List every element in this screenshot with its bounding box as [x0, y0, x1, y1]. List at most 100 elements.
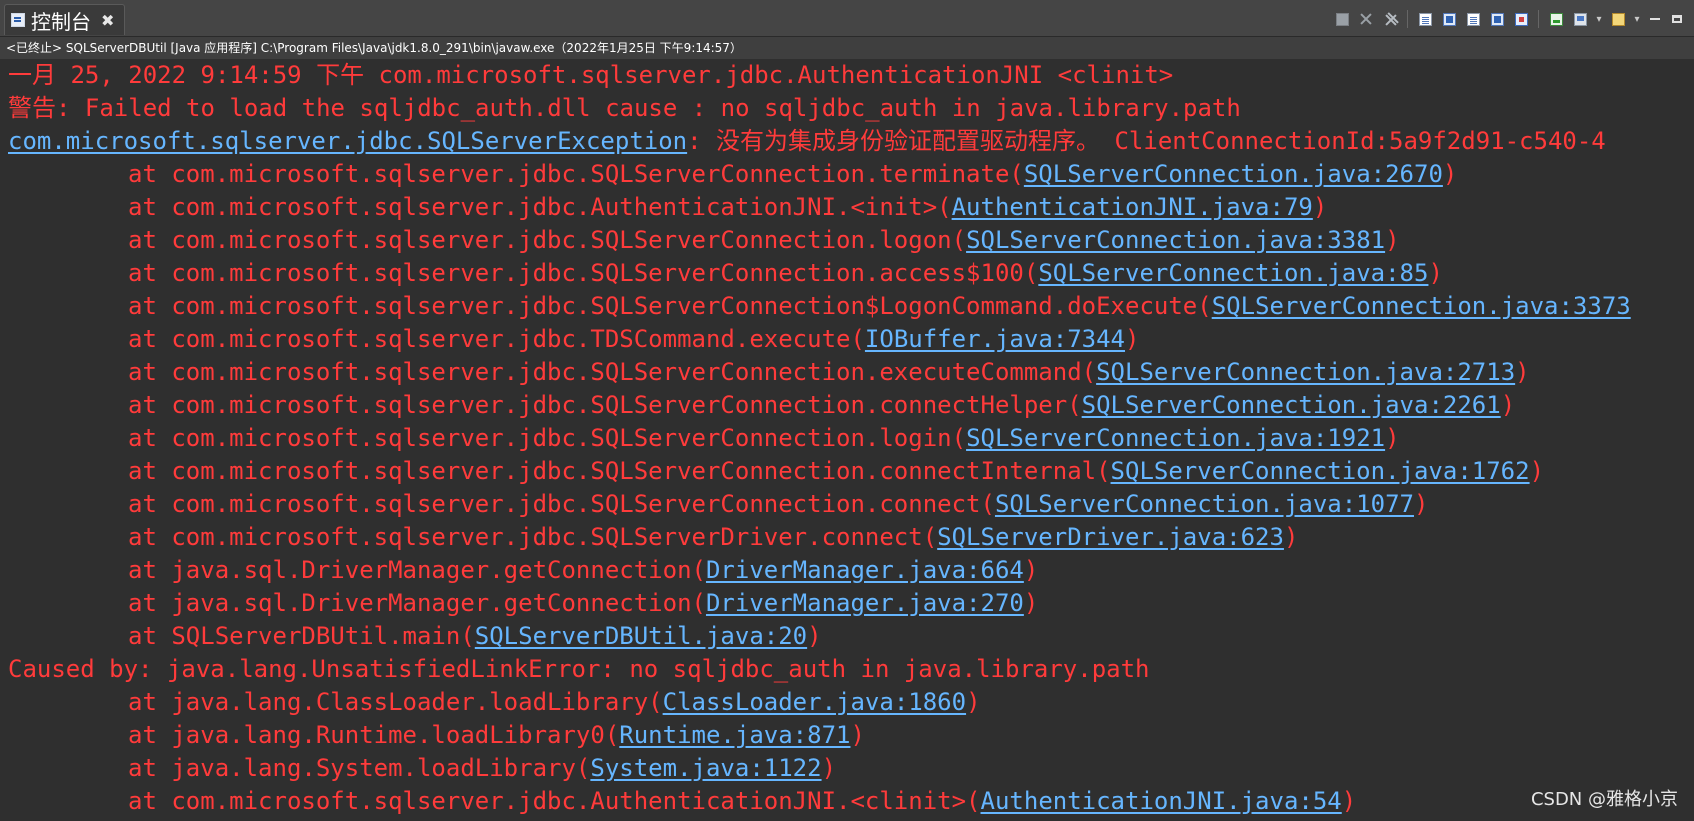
stack-frame-text: at com.microsoft.sqlserver.jdbc.Authenti… — [128, 787, 981, 815]
source-link[interactable]: SQLServerDBUtil.java:20 — [475, 622, 807, 650]
stack-frame-line: at com.microsoft.sqlserver.jdbc.SQLServe… — [8, 488, 1694, 521]
maximize-icon — [1672, 15, 1682, 23]
stack-frame-line: at com.microsoft.sqlserver.jdbc.SQLServe… — [8, 290, 1694, 323]
stack-frame-text: at com.microsoft.sqlserver.jdbc.SQLServe… — [128, 457, 1111, 485]
stack-frame-suffix: ) — [850, 721, 865, 749]
source-link[interactable]: SQLServerDriver.java:623 — [937, 523, 1284, 551]
minimize-button[interactable] — [1646, 10, 1664, 28]
stack-frame-line: at java.sql.DriverManager.getConnection(… — [8, 554, 1694, 587]
terminate-icon — [1335, 12, 1349, 26]
source-link[interactable]: com.microsoft.sqlserver.jdbc.SQLServerEx… — [8, 127, 687, 155]
stack-frame-text: at com.microsoft.sqlserver.jdbc.SQLServe… — [128, 358, 1097, 386]
source-link[interactable]: SQLServerConnection.java:85 — [1038, 259, 1428, 287]
stack-frame-text: at com.microsoft.sqlserver.jdbc.SQLServe… — [128, 226, 967, 254]
word-wrap-button[interactable] — [1439, 9, 1459, 29]
console-line: 警告: Failed to load the sqljdbc_auth.dll … — [8, 92, 1694, 125]
stack-frame-line: at com.microsoft.sqlserver.jdbc.Authenti… — [8, 785, 1694, 818]
source-link[interactable]: ClassLoader.java:1860 — [663, 688, 966, 716]
source-link[interactable]: DriverManager.java:270 — [706, 589, 1024, 617]
stack-frame-suffix: ) — [1385, 424, 1400, 452]
maximize-button[interactable] — [1668, 10, 1686, 28]
stack-frame-suffix: ) — [1023, 556, 1039, 584]
watermark: CSDN @雅格小京 — [1530, 789, 1678, 810]
remove-all-terminated-icon — [1384, 13, 1397, 26]
source-link[interactable]: SQLServerConnection.java:1762 — [1111, 457, 1530, 485]
stack-frame-line: at com.microsoft.sqlserver.jdbc.SQLServe… — [8, 257, 1694, 290]
show-console-on-stderr-icon — [1490, 12, 1504, 26]
source-link[interactable]: SQLServerConnection.java:2670 — [1024, 160, 1443, 188]
remove-all-terminated-button[interactable] — [1380, 9, 1400, 29]
stack-frame-line: at com.microsoft.sqlserver.jdbc.SQLServe… — [8, 158, 1694, 191]
chevron-down-icon[interactable]: ▾ — [1632, 14, 1642, 25]
console-line: Caused by: java.lang.UnsatisfiedLinkErro… — [8, 653, 1694, 686]
show-console-stderr-button[interactable] — [1487, 9, 1507, 29]
stack-frame-suffix: ) — [1341, 787, 1357, 815]
source-link[interactable]: SQLServerConnection.java:2261 — [1082, 391, 1501, 419]
terminate-button[interactable] — [1332, 9, 1352, 29]
stack-frame-line: at java.lang.ClassLoader.loadLibrary(Cla… — [8, 686, 1694, 719]
source-link[interactable]: SQLServerConnection.java:3373 — [1212, 292, 1631, 320]
chevron-down-icon[interactable]: ▾ — [1594, 14, 1604, 25]
stack-frame-suffix: ) — [966, 688, 981, 716]
stack-frame-suffix: ) — [1413, 490, 1429, 518]
open-console-icon — [1549, 12, 1563, 26]
stack-frame-text: at java.lang.ClassLoader.loadLibrary( — [128, 688, 663, 716]
stack-frame-suffix: ) — [1385, 226, 1400, 254]
console-toolbar: ▾ ▾ — [1332, 8, 1686, 30]
stack-frame-text: at com.microsoft.sqlserver.jdbc.SQLServe… — [128, 523, 938, 551]
toolbar-separator — [1538, 10, 1539, 28]
stack-frame-text: at com.microsoft.sqlserver.jdbc.SQLServe… — [128, 391, 1082, 419]
source-link[interactable]: AuthenticationJNI.java:79 — [952, 193, 1313, 221]
stack-frame-suffix: ) — [1442, 160, 1458, 188]
source-link[interactable]: SQLServerConnection.java:2713 — [1096, 358, 1515, 386]
new-console-button[interactable] — [1608, 9, 1628, 29]
stack-frame-text: at com.microsoft.sqlserver.jdbc.SQLServe… — [128, 490, 995, 518]
stack-frame-line: at java.sql.DriverManager.getConnection(… — [8, 587, 1694, 620]
tab-console[interactable]: 控制台 ✖ — [4, 4, 126, 35]
stack-frame-line: at com.microsoft.sqlserver.jdbc.SQLServe… — [8, 224, 1694, 257]
display-selected-console-button[interactable] — [1570, 9, 1590, 29]
stack-frame-suffix: ) — [1283, 523, 1299, 551]
stack-frame-text: at SQLServerDBUtil.main( — [128, 622, 475, 650]
console-text: 一月 25, 2022 9:14:59 下午 com.microsoft.sql… — [8, 61, 1174, 89]
source-link[interactable]: Runtime.java:871 — [619, 721, 850, 749]
source-link[interactable]: SQLServerConnection.java:3381 — [966, 226, 1385, 254]
stack-frame-suffix: ) — [1023, 589, 1039, 617]
console-line: 一月 25, 2022 9:14:59 下午 com.microsoft.sql… — [8, 59, 1694, 92]
source-link[interactable]: DriverManager.java:664 — [706, 556, 1024, 584]
stack-frame-suffix: ) — [1515, 358, 1530, 386]
console-output[interactable]: 一月 25, 2022 9:14:59 下午 com.microsoft.sql… — [0, 59, 1694, 821]
stack-frame-text: at com.microsoft.sqlserver.jdbc.SQLServe… — [128, 424, 967, 452]
stack-frame-line: at com.microsoft.sqlserver.jdbc.SQLServe… — [8, 422, 1694, 455]
minimize-icon — [1650, 18, 1660, 20]
show-console-stdout-button[interactable] — [1463, 9, 1483, 29]
word-wrap-icon — [1442, 12, 1456, 26]
stack-frame-suffix: ) — [1529, 457, 1545, 485]
console-text: 警告: Failed to load the sqljdbc_auth.dll … — [8, 94, 1241, 122]
stack-frame-text: at com.microsoft.sqlserver.jdbc.TDSComma… — [128, 325, 865, 353]
stack-frame-text: at com.microsoft.sqlserver.jdbc.SQLServe… — [128, 292, 1212, 320]
source-link[interactable]: AuthenticationJNI.java:54 — [981, 787, 1342, 815]
source-link[interactable]: IOBuffer.java:7344 — [865, 325, 1125, 353]
display-selected-console-icon — [1573, 12, 1587, 26]
source-link[interactable]: SQLServerConnection.java:1077 — [995, 490, 1414, 518]
pin-console-button[interactable] — [1511, 9, 1531, 29]
stack-frame-line: at com.microsoft.sqlserver.jdbc.SQLServe… — [8, 521, 1694, 554]
remove-launch-button[interactable] — [1356, 9, 1376, 29]
stack-frame-text: at com.microsoft.sqlserver.jdbc.SQLServe… — [128, 160, 1024, 188]
source-link[interactable]: System.java:1122 — [590, 754, 821, 782]
scroll-lock-button[interactable] — [1415, 9, 1435, 29]
remove-launch-icon — [1359, 12, 1373, 26]
stack-frame-text: at java.sql.DriverManager.getConnection( — [128, 556, 706, 584]
source-link[interactable]: SQLServerConnection.java:1921 — [966, 424, 1385, 452]
view-titlebar: 控制台 ✖ ▾ ▾ — [0, 0, 1694, 37]
scroll-lock-icon — [1418, 12, 1432, 26]
stack-frame-line: at com.microsoft.sqlserver.jdbc.SQLServe… — [8, 356, 1694, 389]
stack-frame-text: at com.microsoft.sqlserver.jdbc.SQLServe… — [128, 259, 1039, 287]
open-console-button[interactable] — [1546, 9, 1566, 29]
close-icon[interactable]: ✖ — [101, 11, 114, 30]
console-text: : 没有为集成身份验证配置驱动程序。 ClientConnectionId:5a… — [687, 127, 1606, 155]
stack-frame-text: at java.sql.DriverManager.getConnection( — [128, 589, 706, 617]
stack-frame-text: at java.lang.Runtime.loadLibrary0( — [128, 721, 620, 749]
process-status-line: <已终止> SQLServerDBUtil [Java 应用程序] C:\Pro… — [0, 37, 1694, 59]
